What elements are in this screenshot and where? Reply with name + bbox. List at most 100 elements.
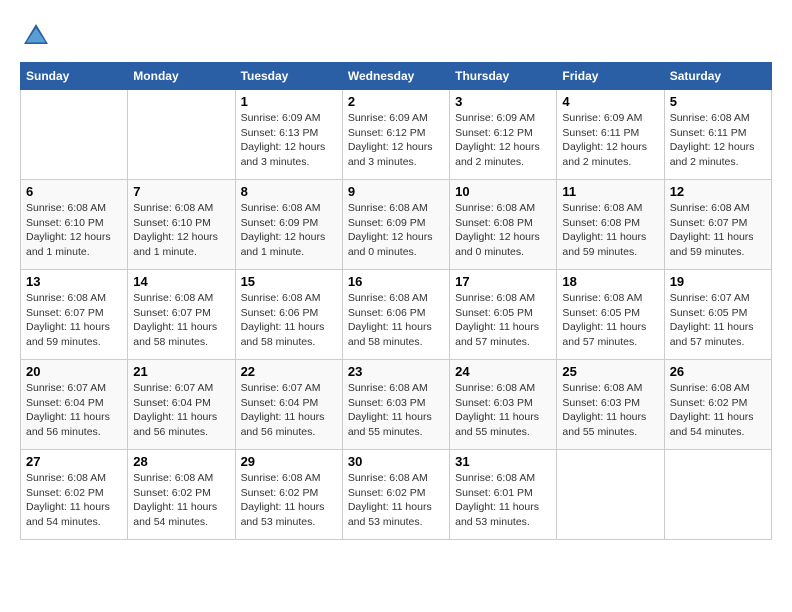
day-info: Sunrise: 6:08 AM Sunset: 6:05 PM Dayligh… [562, 291, 658, 350]
calendar-cell: 3 Sunrise: 6:09 AM Sunset: 6:12 PM Daylig… [450, 90, 557, 180]
day-header-saturday: Saturday [664, 63, 771, 90]
day-info: Sunrise: 6:07 AM Sunset: 6:04 PM Dayligh… [133, 381, 229, 440]
day-number: 2 [348, 94, 444, 109]
calendar-cell: 9 Sunrise: 6:08 AM Sunset: 6:09 PM Daylig… [342, 180, 449, 270]
day-info: Sunrise: 6:09 AM Sunset: 6:13 PM Dayligh… [241, 111, 337, 170]
day-info: Sunrise: 6:07 AM Sunset: 6:04 PM Dayligh… [26, 381, 122, 440]
day-info: Sunrise: 6:08 AM Sunset: 6:05 PM Dayligh… [455, 291, 551, 350]
day-info: Sunrise: 6:08 AM Sunset: 6:02 PM Dayligh… [241, 471, 337, 530]
calendar-cell: 2 Sunrise: 6:09 AM Sunset: 6:12 PM Daylig… [342, 90, 449, 180]
calendar-week-row: 13 Sunrise: 6:08 AM Sunset: 6:07 PM Dayli… [21, 270, 772, 360]
day-info: Sunrise: 6:08 AM Sunset: 6:10 PM Dayligh… [133, 201, 229, 260]
calendar-cell: 16 Sunrise: 6:08 AM Sunset: 6:06 PM Dayli… [342, 270, 449, 360]
day-info: Sunrise: 6:08 AM Sunset: 6:03 PM Dayligh… [562, 381, 658, 440]
calendar-cell: 17 Sunrise: 6:08 AM Sunset: 6:05 PM Dayli… [450, 270, 557, 360]
calendar-cell: 24 Sunrise: 6:08 AM Sunset: 6:03 PM Dayli… [450, 360, 557, 450]
day-number: 4 [562, 94, 658, 109]
day-number: 22 [241, 364, 337, 379]
day-info: Sunrise: 6:09 AM Sunset: 6:12 PM Dayligh… [348, 111, 444, 170]
day-header-thursday: Thursday [450, 63, 557, 90]
calendar-cell: 4 Sunrise: 6:09 AM Sunset: 6:11 PM Daylig… [557, 90, 664, 180]
day-info: Sunrise: 6:08 AM Sunset: 6:02 PM Dayligh… [133, 471, 229, 530]
day-number: 18 [562, 274, 658, 289]
calendar-cell: 25 Sunrise: 6:08 AM Sunset: 6:03 PM Dayli… [557, 360, 664, 450]
day-header-tuesday: Tuesday [235, 63, 342, 90]
day-number: 30 [348, 454, 444, 469]
calendar-cell [21, 90, 128, 180]
logo [20, 20, 56, 52]
calendar-cell: 7 Sunrise: 6:08 AM Sunset: 6:10 PM Daylig… [128, 180, 235, 270]
day-number: 31 [455, 454, 551, 469]
day-number: 10 [455, 184, 551, 199]
calendar-cell [557, 450, 664, 540]
day-number: 24 [455, 364, 551, 379]
day-number: 17 [455, 274, 551, 289]
calendar-cell: 20 Sunrise: 6:07 AM Sunset: 6:04 PM Dayli… [21, 360, 128, 450]
calendar-cell: 23Sunrise: 6:08 AM Sunset: 6:03 PM Dayli… [342, 360, 449, 450]
calendar-week-row: 20 Sunrise: 6:07 AM Sunset: 6:04 PM Dayli… [21, 360, 772, 450]
calendar-cell: 12 Sunrise: 6:08 AM Sunset: 6:07 PM Dayli… [664, 180, 771, 270]
day-number: 16 [348, 274, 444, 289]
day-info: Sunrise: 6:08 AM Sunset: 6:03 PM Dayligh… [348, 381, 444, 440]
calendar-header-row: SundayMondayTuesdayWednesdayThursdayFrid… [21, 63, 772, 90]
day-number: 28 [133, 454, 229, 469]
logo-icon [20, 20, 52, 52]
day-number: 13 [26, 274, 122, 289]
day-info: Sunrise: 6:09 AM Sunset: 6:12 PM Dayligh… [455, 111, 551, 170]
day-info: Sunrise: 6:08 AM Sunset: 6:03 PM Dayligh… [455, 381, 551, 440]
day-info: Sunrise: 6:08 AM Sunset: 6:11 PM Dayligh… [670, 111, 766, 170]
day-info: Sunrise: 6:08 AM Sunset: 6:06 PM Dayligh… [241, 291, 337, 350]
calendar-cell: 18 Sunrise: 6:08 AM Sunset: 6:05 PM Dayli… [557, 270, 664, 360]
calendar-cell: 13 Sunrise: 6:08 AM Sunset: 6:07 PM Dayli… [21, 270, 128, 360]
day-header-wednesday: Wednesday [342, 63, 449, 90]
day-number: 3 [455, 94, 551, 109]
calendar-cell: 14 Sunrise: 6:08 AM Sunset: 6:07 PM Dayli… [128, 270, 235, 360]
calendar-cell: 21 Sunrise: 6:07 AM Sunset: 6:04 PM Dayli… [128, 360, 235, 450]
calendar-cell: 19Sunrise: 6:07 AM Sunset: 6:05 PM Dayli… [664, 270, 771, 360]
day-info: Sunrise: 6:08 AM Sunset: 6:09 PM Dayligh… [348, 201, 444, 260]
day-number: 8 [241, 184, 337, 199]
day-info: Sunrise: 6:08 AM Sunset: 6:07 PM Dayligh… [26, 291, 122, 350]
calendar-cell: 1Sunrise: 6:09 AM Sunset: 6:13 PM Daylig… [235, 90, 342, 180]
day-number: 26 [670, 364, 766, 379]
calendar-week-row: 1Sunrise: 6:09 AM Sunset: 6:13 PM Daylig… [21, 90, 772, 180]
day-header-friday: Friday [557, 63, 664, 90]
calendar-cell: 10Sunrise: 6:08 AM Sunset: 6:08 PM Dayli… [450, 180, 557, 270]
calendar-cell [664, 450, 771, 540]
day-number: 20 [26, 364, 122, 379]
calendar-cell [128, 90, 235, 180]
calendar-cell: 31Sunrise: 6:08 AM Sunset: 6:01 PM Dayli… [450, 450, 557, 540]
day-number: 9 [348, 184, 444, 199]
day-info: Sunrise: 6:08 AM Sunset: 6:10 PM Dayligh… [26, 201, 122, 260]
day-info: Sunrise: 6:07 AM Sunset: 6:04 PM Dayligh… [241, 381, 337, 440]
day-info: Sunrise: 6:09 AM Sunset: 6:11 PM Dayligh… [562, 111, 658, 170]
day-info: Sunrise: 6:08 AM Sunset: 6:07 PM Dayligh… [670, 201, 766, 260]
day-number: 12 [670, 184, 766, 199]
day-info: Sunrise: 6:08 AM Sunset: 6:02 PM Dayligh… [348, 471, 444, 530]
day-info: Sunrise: 6:08 AM Sunset: 6:08 PM Dayligh… [562, 201, 658, 260]
calendar-cell: 5Sunrise: 6:08 AM Sunset: 6:11 PM Daylig… [664, 90, 771, 180]
calendar-cell: 28 Sunrise: 6:08 AM Sunset: 6:02 PM Dayli… [128, 450, 235, 540]
day-info: Sunrise: 6:08 AM Sunset: 6:09 PM Dayligh… [241, 201, 337, 260]
day-number: 7 [133, 184, 229, 199]
day-number: 14 [133, 274, 229, 289]
day-number: 19 [670, 274, 766, 289]
calendar-week-row: 6 Sunrise: 6:08 AM Sunset: 6:10 PM Daylig… [21, 180, 772, 270]
day-number: 6 [26, 184, 122, 199]
calendar-week-row: 27Sunrise: 6:08 AM Sunset: 6:02 PM Dayli… [21, 450, 772, 540]
header [20, 20, 772, 52]
day-number: 21 [133, 364, 229, 379]
calendar-cell: 15 Sunrise: 6:08 AM Sunset: 6:06 PM Dayli… [235, 270, 342, 360]
day-info: Sunrise: 6:08 AM Sunset: 6:06 PM Dayligh… [348, 291, 444, 350]
day-info: Sunrise: 6:08 AM Sunset: 6:07 PM Dayligh… [133, 291, 229, 350]
day-header-sunday: Sunday [21, 63, 128, 90]
day-number: 15 [241, 274, 337, 289]
calendar-table: SundayMondayTuesdayWednesdayThursdayFrid… [20, 62, 772, 540]
day-number: 11 [562, 184, 658, 199]
calendar-cell: 6 Sunrise: 6:08 AM Sunset: 6:10 PM Daylig… [21, 180, 128, 270]
day-number: 25 [562, 364, 658, 379]
day-header-monday: Monday [128, 63, 235, 90]
day-info: Sunrise: 6:08 AM Sunset: 6:02 PM Dayligh… [670, 381, 766, 440]
calendar-cell: 8 Sunrise: 6:08 AM Sunset: 6:09 PM Daylig… [235, 180, 342, 270]
calendar-cell: 26 Sunrise: 6:08 AM Sunset: 6:02 PM Dayli… [664, 360, 771, 450]
